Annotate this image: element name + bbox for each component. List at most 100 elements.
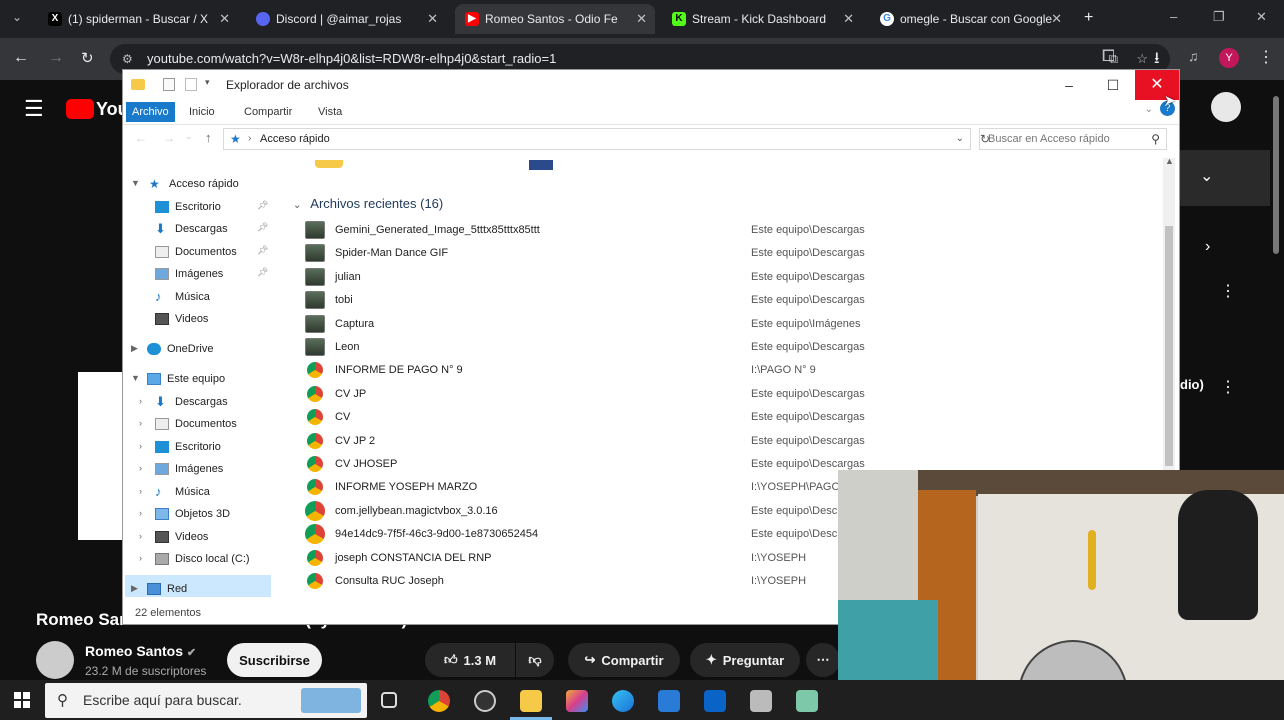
ribbon-tab-inicio[interactable]: Inicio bbox=[183, 102, 221, 122]
file-row[interactable]: Spider-Man Dance GIF Este equipo\Descarga… bbox=[305, 242, 1165, 264]
nav-quick-musica[interactable]: ♪ Música bbox=[155, 287, 210, 307]
chevron-right-icon[interactable]: › bbox=[139, 441, 142, 451]
close-tab-icon[interactable]: ✕ bbox=[843, 11, 854, 27]
file-row[interactable]: CV JP 2 Este equipo\Descargas bbox=[305, 430, 1165, 452]
close-tab-icon[interactable]: ✕ bbox=[1051, 11, 1062, 27]
nav-pc-videos[interactable]: Videos bbox=[155, 527, 208, 547]
video-frame[interactable] bbox=[78, 372, 124, 540]
forward-icon[interactable]: → bbox=[163, 131, 175, 145]
app-icon[interactable] bbox=[796, 690, 818, 712]
expand-ribbon-icon[interactable]: ⌄ bbox=[1145, 104, 1153, 115]
app-icon[interactable] bbox=[750, 690, 772, 712]
chevron-down-icon[interactable]: ▼ bbox=[131, 373, 140, 383]
file-explorer-icon[interactable] bbox=[520, 690, 542, 712]
media-control-icon[interactable]: ♫ bbox=[1188, 48, 1199, 64]
reload-icon[interactable]: ↻ bbox=[81, 49, 94, 67]
nav-quick-descargas[interactable]: ⬇ Descargas bbox=[155, 219, 228, 239]
close-window-icon[interactable]: ✕ bbox=[1256, 9, 1267, 25]
hamburger-menu-icon[interactable]: ☰ bbox=[24, 96, 44, 122]
nav-pc-imagenes[interactable]: Imágenes bbox=[155, 459, 223, 479]
scrollbar-thumb[interactable] bbox=[1273, 96, 1279, 254]
chevron-right-icon[interactable]: ▶ bbox=[131, 343, 138, 354]
up-folder-icon[interactable]: ↑ bbox=[205, 130, 212, 145]
address-dropdown-icon[interactable]: ⌄ bbox=[956, 129, 964, 149]
nav-network[interactable]: Red bbox=[147, 579, 187, 599]
tab-youtube[interactable]: ▶ Romeo Santos - Odio Fe ✕ bbox=[455, 4, 655, 34]
tab-discord[interactable]: Discord | @aimar_rojas ✕ bbox=[246, 4, 446, 34]
chevron-right-icon[interactable]: › bbox=[139, 486, 142, 496]
windows-start-icon[interactable] bbox=[14, 692, 30, 708]
tab-kick[interactable]: K Stream - Kick Dashboard ✕ bbox=[662, 4, 862, 34]
chevron-down-icon[interactable]: ▼ bbox=[131, 178, 140, 188]
nav-pc-documentos[interactable]: Documentos bbox=[155, 414, 237, 434]
explorer-address-bar[interactable]: ★ › Acceso rápido ⌄ ↻ bbox=[223, 128, 990, 150]
nav-quick-access[interactable]: ★ Acceso rápido bbox=[149, 174, 239, 194]
explorer-search-input[interactable]: Buscar en Acceso rápido ⚲ bbox=[979, 128, 1167, 150]
chrome-icon[interactable] bbox=[428, 690, 450, 712]
chevron-down-icon[interactable]: ⌄ bbox=[1200, 166, 1213, 186]
recent-locations-icon[interactable]: ⌄ bbox=[185, 131, 193, 142]
side-video-title[interactable]: dio) bbox=[1180, 377, 1204, 392]
back-icon[interactable]: ← bbox=[135, 131, 147, 145]
nav-pc-objetos-3d[interactable]: Objetos 3D bbox=[155, 504, 230, 524]
frequent-folder-thumb[interactable] bbox=[529, 160, 553, 170]
close-tab-icon[interactable]: ✕ bbox=[636, 11, 647, 27]
chrome-menu-icon[interactable]: ⋮ bbox=[1258, 47, 1274, 67]
search-icon[interactable]: ⚲ bbox=[1151, 129, 1160, 149]
nav-quick-documentos[interactable]: Documentos bbox=[155, 242, 237, 262]
nav-onedrive[interactable]: OneDrive bbox=[147, 339, 213, 359]
pin-icon[interactable]: 📌︎ bbox=[257, 222, 268, 233]
user-avatar[interactable] bbox=[1211, 92, 1241, 122]
file-row[interactable]: julian Este equipo\Descargas bbox=[305, 266, 1165, 288]
outlook-icon[interactable] bbox=[704, 690, 726, 712]
more-actions-button[interactable]: ⋯ bbox=[806, 643, 840, 677]
search-highlight-art[interactable] bbox=[301, 688, 361, 713]
scrollbar-thumb[interactable] bbox=[1165, 226, 1173, 466]
nav-pc-escritorio[interactable]: Escritorio bbox=[155, 437, 221, 457]
profile-avatar[interactable]: Y bbox=[1219, 48, 1239, 68]
maximize-icon[interactable]: ☐ bbox=[1091, 70, 1135, 100]
group-header[interactable]: ⌄ Archivos recientes (16) bbox=[293, 196, 443, 211]
ribbon-tab-compartir[interactable]: Compartir bbox=[238, 102, 298, 122]
share-button[interactable]: ↪ Compartir bbox=[568, 643, 680, 677]
chevron-right-icon[interactable]: › bbox=[139, 508, 142, 518]
ribbon-tab-archivo[interactable]: Archivo bbox=[126, 102, 175, 122]
scroll-up-icon[interactable]: ▲ bbox=[1165, 156, 1174, 166]
file-row[interactable]: Gemini_Generated_Image_5tttx85tttx85ttt E… bbox=[305, 219, 1165, 241]
more-options-icon[interactable]: ⋮ bbox=[1220, 281, 1236, 301]
subscribe-button[interactable]: Suscribirse bbox=[227, 643, 322, 677]
new-tab-icon[interactable]: + bbox=[1084, 9, 1093, 27]
nav-pc-descargas[interactable]: ⬇ Descargas bbox=[155, 392, 228, 412]
chevron-right-icon[interactable]: › bbox=[139, 396, 142, 406]
restore-icon[interactable]: ❐ bbox=[1213, 9, 1225, 25]
file-row[interactable]: CV Este equipo\Descargas bbox=[305, 406, 1165, 428]
close-tab-icon[interactable]: ✕ bbox=[219, 11, 230, 27]
file-row[interactable]: INFORME DE PAGO N° 9 I:\PAGO N° 9 bbox=[305, 359, 1165, 381]
more-options-icon[interactable]: ⋮ bbox=[1220, 377, 1236, 397]
ribbon-tab-vista[interactable]: Vista bbox=[312, 102, 348, 122]
task-view-icon[interactable] bbox=[381, 692, 397, 708]
chevron-right-icon[interactable]: › bbox=[139, 553, 142, 563]
window-titlebar[interactable]: ▾ Explorador de archivos – ☐ ✕ bbox=[123, 70, 1179, 100]
properties-icon[interactable] bbox=[163, 78, 175, 91]
tab-x[interactable]: X (1) spiderman - Buscar / X ✕ bbox=[38, 4, 238, 34]
frequent-folder-thumb[interactable] bbox=[315, 160, 343, 168]
nav-pc-disco-local[interactable]: Disco local (C:) bbox=[155, 549, 250, 569]
ask-button[interactable]: ✦ Preguntar bbox=[690, 643, 800, 677]
chevron-right-icon[interactable]: › bbox=[139, 531, 142, 541]
channel-name[interactable]: Romeo Santos ✔ bbox=[85, 643, 196, 659]
pin-icon[interactable]: 📌︎ bbox=[257, 267, 268, 278]
tab-google[interactable]: G omegle - Buscar con Google ✕ bbox=[870, 4, 1070, 34]
tab-search-icon[interactable]: ⌄ bbox=[12, 10, 22, 24]
nav-pc-musica[interactable]: ♪ Música bbox=[155, 482, 210, 502]
copilot-icon[interactable] bbox=[566, 690, 588, 712]
file-row[interactable]: CV JP Este equipo\Descargas bbox=[305, 383, 1165, 405]
minimize-icon[interactable]: – bbox=[1170, 9, 1177, 24]
nav-quick-escritorio[interactable]: Escritorio bbox=[155, 197, 221, 217]
like-button[interactable]: 👍︎ 1.3 M bbox=[425, 643, 515, 677]
pin-icon[interactable]: 📌︎ bbox=[257, 245, 268, 256]
minimize-icon[interactable]: – bbox=[1047, 70, 1091, 100]
store-icon[interactable] bbox=[658, 690, 680, 712]
obs-icon[interactable] bbox=[474, 690, 496, 712]
close-tab-icon[interactable]: ✕ bbox=[427, 11, 438, 27]
